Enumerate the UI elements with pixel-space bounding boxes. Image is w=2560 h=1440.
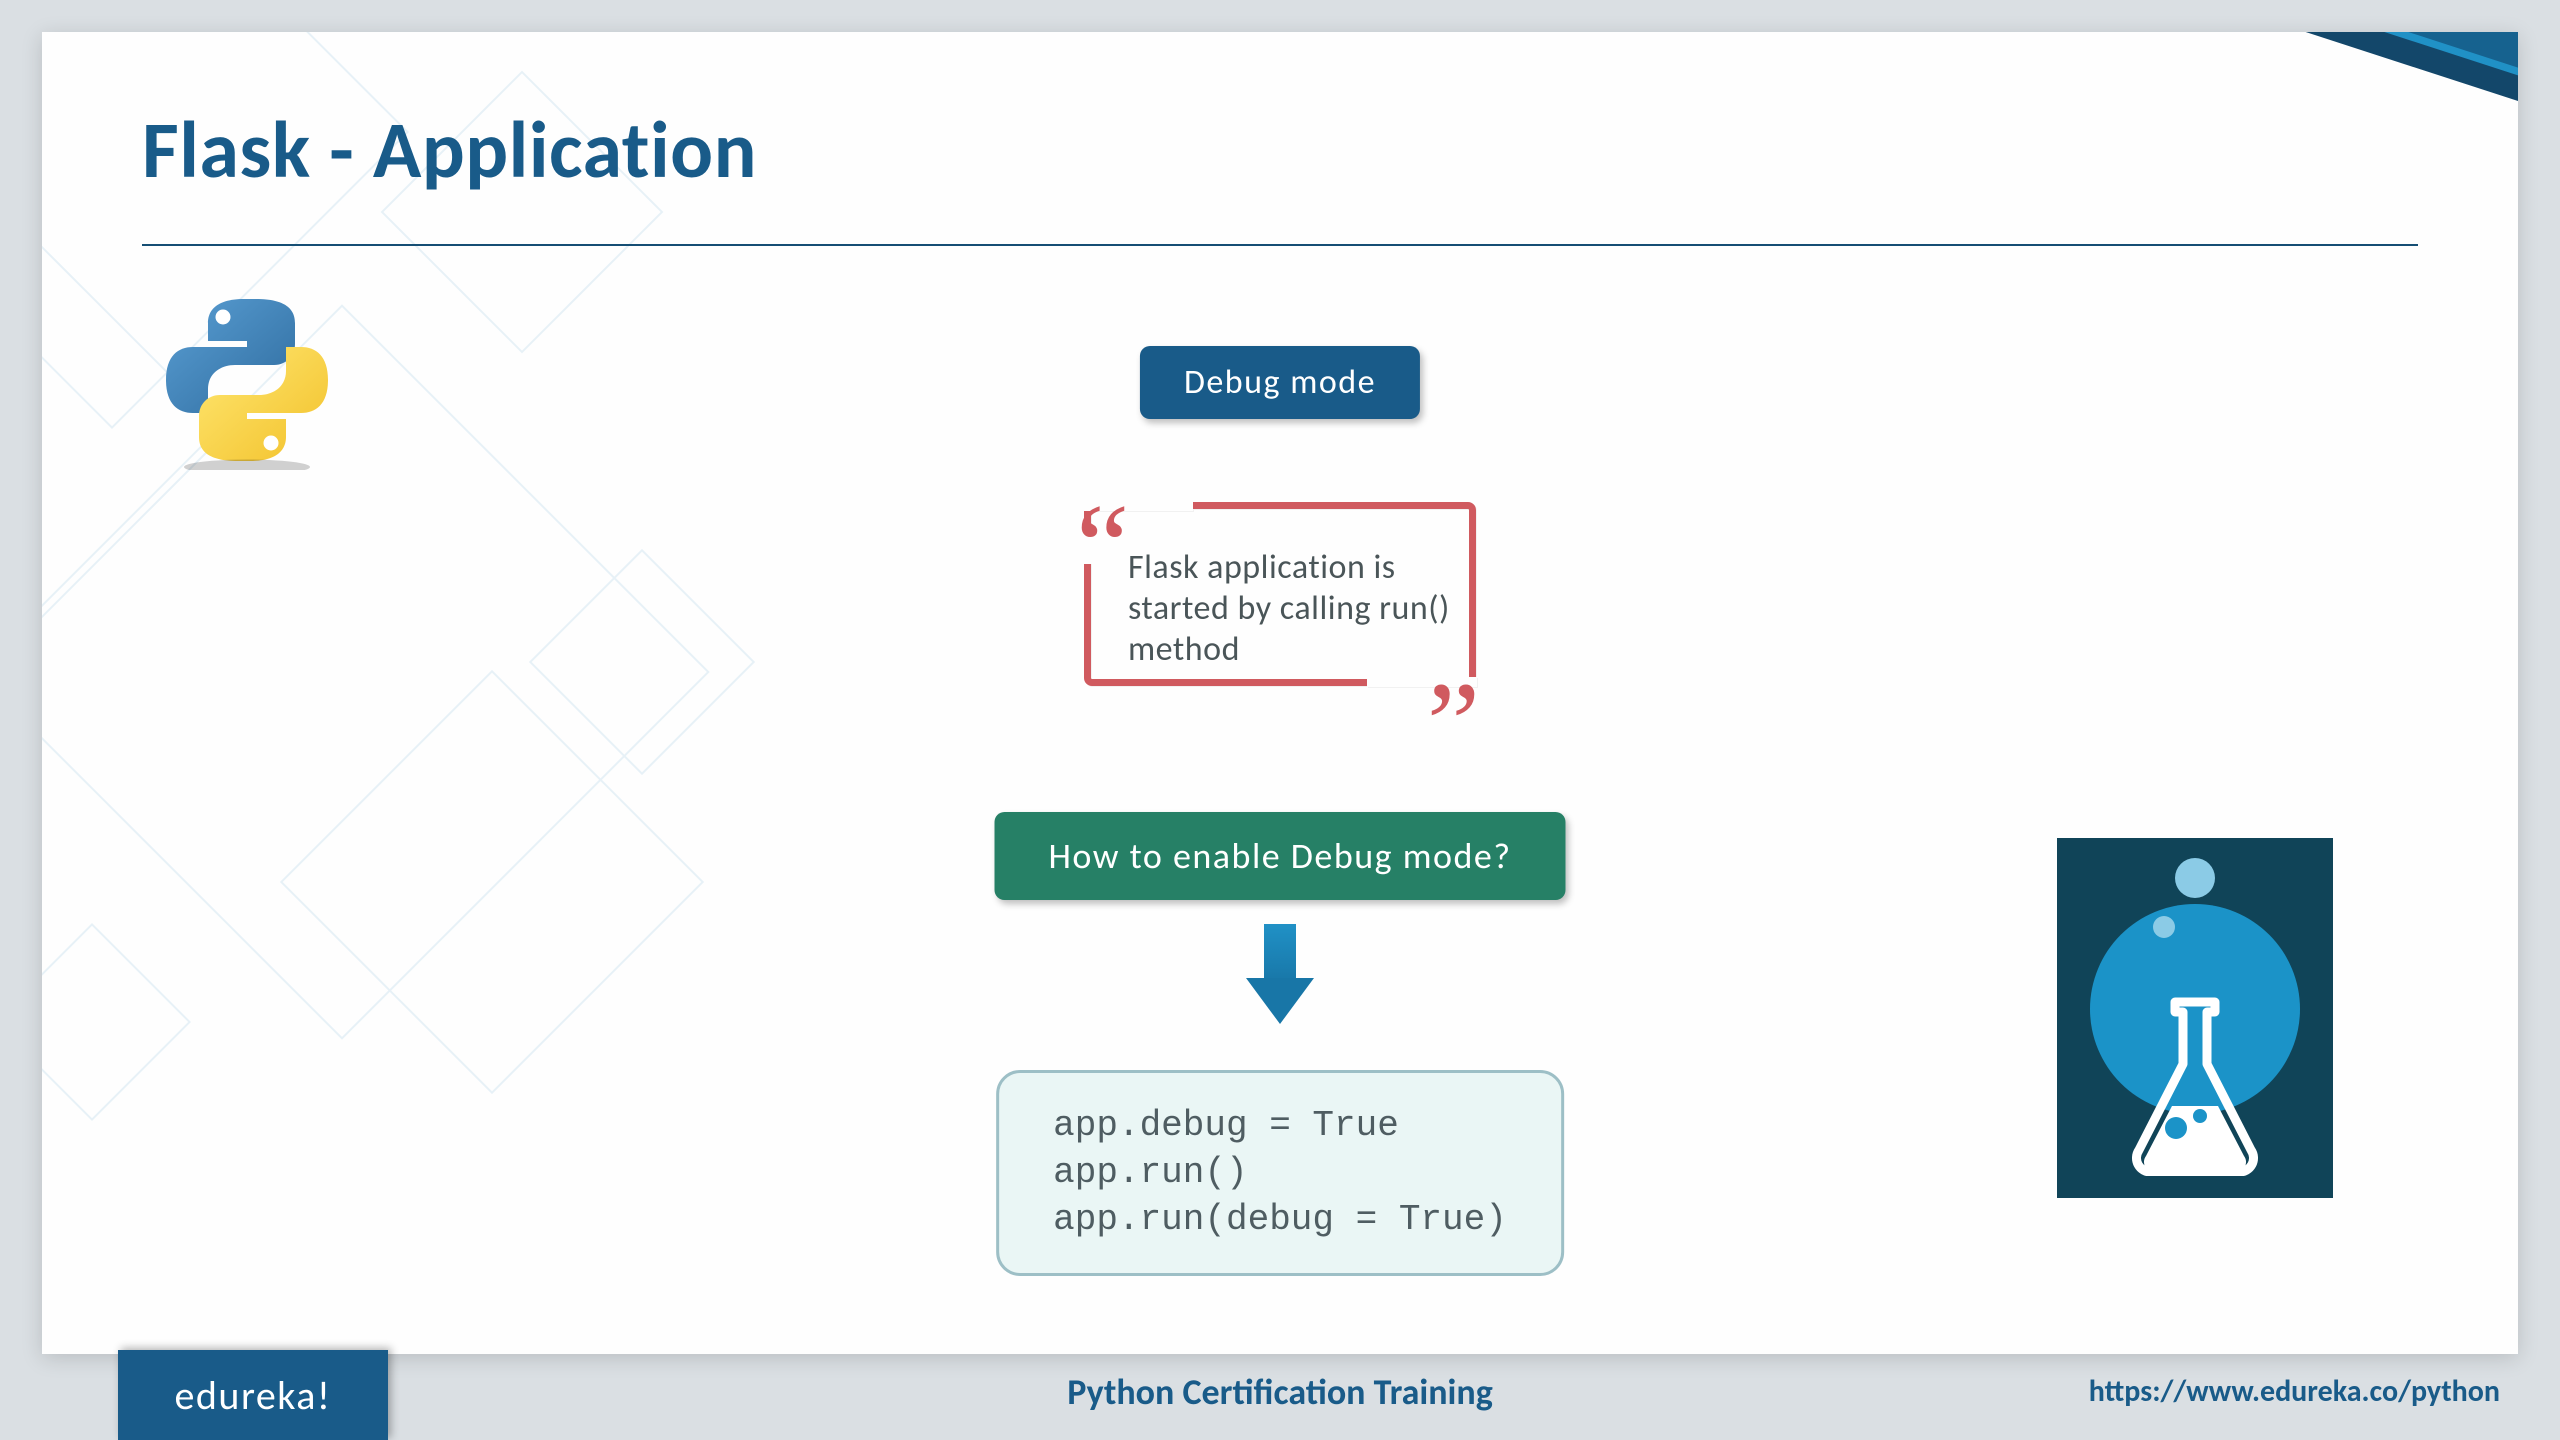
footer-brand-badge: edureka! bbox=[118, 1350, 388, 1440]
flask-lab-icon bbox=[2057, 838, 2333, 1198]
title-underline bbox=[142, 244, 2418, 246]
quote-box: “ ” Flask application is started by call… bbox=[1070, 474, 1490, 714]
debug-mode-badge: Debug mode bbox=[1140, 346, 1420, 419]
python-logo-icon bbox=[157, 290, 337, 470]
quote-open-icon: “ bbox=[1076, 528, 1129, 564]
corner-decoration bbox=[2158, 32, 2518, 232]
slide: Flask - Application Debug mode “ ” Flask… bbox=[42, 32, 2518, 1354]
quote-close-icon: ” bbox=[1427, 706, 1480, 742]
arrow-down-icon bbox=[1250, 924, 1310, 1024]
code-snippet: app.debug = True app.run() app.run(debug… bbox=[996, 1070, 1564, 1276]
footer-course-title: Python Certification Training bbox=[1067, 1370, 1493, 1414]
how-to-enable-badge: How to enable Debug mode? bbox=[995, 812, 1566, 900]
footer-url: https://www.edureka.co/python bbox=[2089, 1373, 2500, 1410]
slide-title: Flask - Application bbox=[142, 102, 757, 199]
quote-text: Flask application is started by calling … bbox=[1128, 548, 1450, 670]
